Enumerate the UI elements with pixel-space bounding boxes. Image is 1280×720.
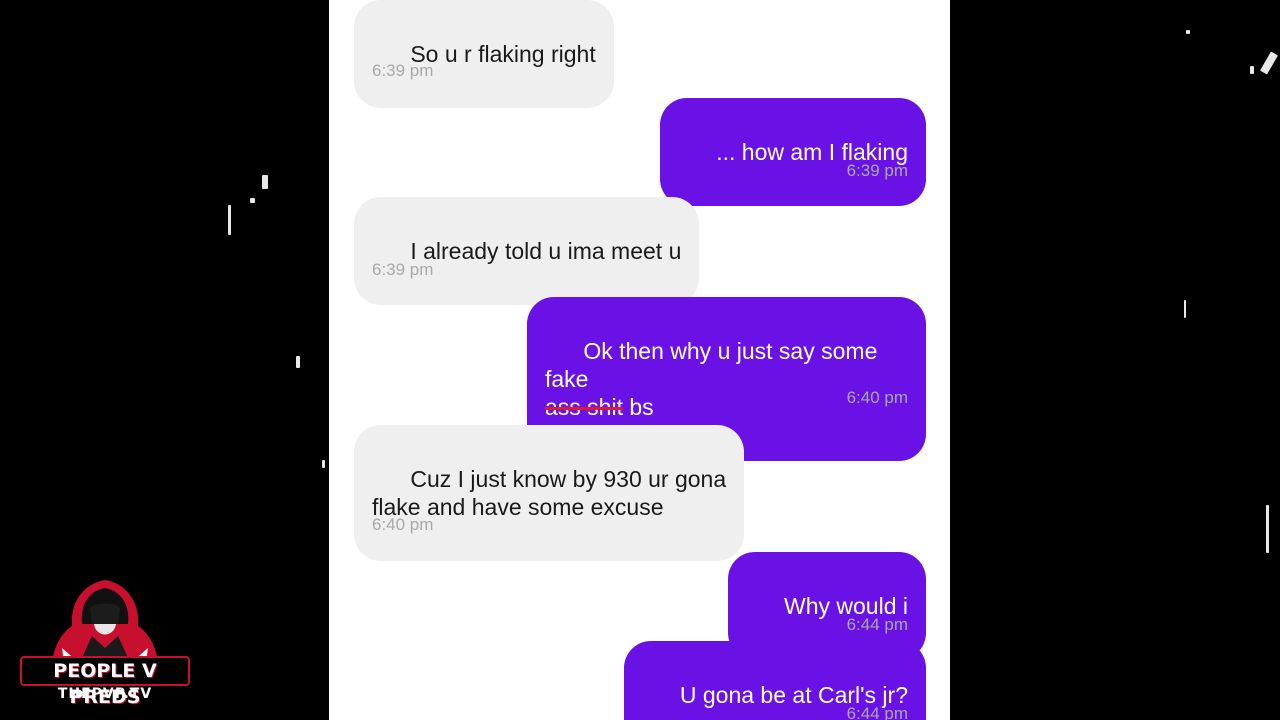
channel-watermark-logo: PEOPLE V PREDS THEPVP.TV [20, 578, 190, 708]
watermark-subtitle: THEPVP.TV [57, 686, 153, 702]
message-text: Cuz I just know by 930 ur gona flake and… [372, 466, 727, 520]
noise-speck [262, 175, 268, 189]
noise-speck [1260, 51, 1278, 75]
message-text: I already told u ima meet u [410, 238, 682, 264]
noise-speck [228, 205, 231, 235]
censored-text: ass shit [545, 394, 623, 420]
hooded-figure-icon [52, 580, 158, 662]
chat-thread[interactable]: So u r flaking right 6:39 pm ... how am … [329, 0, 950, 720]
noise-speck [1250, 66, 1254, 74]
message-timestamp: 6:44 pm [846, 704, 908, 720]
message-timestamp: 6:39 pm [372, 61, 434, 80]
video-frame: So u r flaking right 6:39 pm ... how am … [0, 0, 1280, 720]
incoming-message-bubble: I already told u ima meet u [354, 197, 700, 305]
outgoing-message-bubble: ... how am I flaking [659, 98, 926, 206]
message-timestamp: 6:39 pm [846, 161, 908, 180]
message-timestamp: 6:40 pm [846, 388, 908, 407]
message-text: bs [622, 394, 654, 420]
incoming-message-bubble: Cuz I just know by 930 ur gona flake and… [354, 425, 745, 561]
incoming-message-bubble: So u r flaking right [354, 0, 614, 108]
noise-speck [1184, 300, 1186, 318]
message-timestamp: 6:40 pm [372, 515, 434, 534]
noise-speck [1186, 30, 1190, 34]
noise-speck [1266, 505, 1269, 553]
noise-speck [250, 198, 255, 203]
watermark-title: PEOPLE V PREDS [20, 656, 190, 708]
message-timestamp: 6:39 pm [372, 260, 434, 279]
message-text: Ok then why u just say some fake [545, 338, 884, 392]
noise-speck [322, 460, 325, 468]
noise-speck [296, 356, 300, 368]
message-timestamp: 6:44 pm [846, 615, 908, 634]
message-text: So u r flaking right [410, 41, 596, 67]
